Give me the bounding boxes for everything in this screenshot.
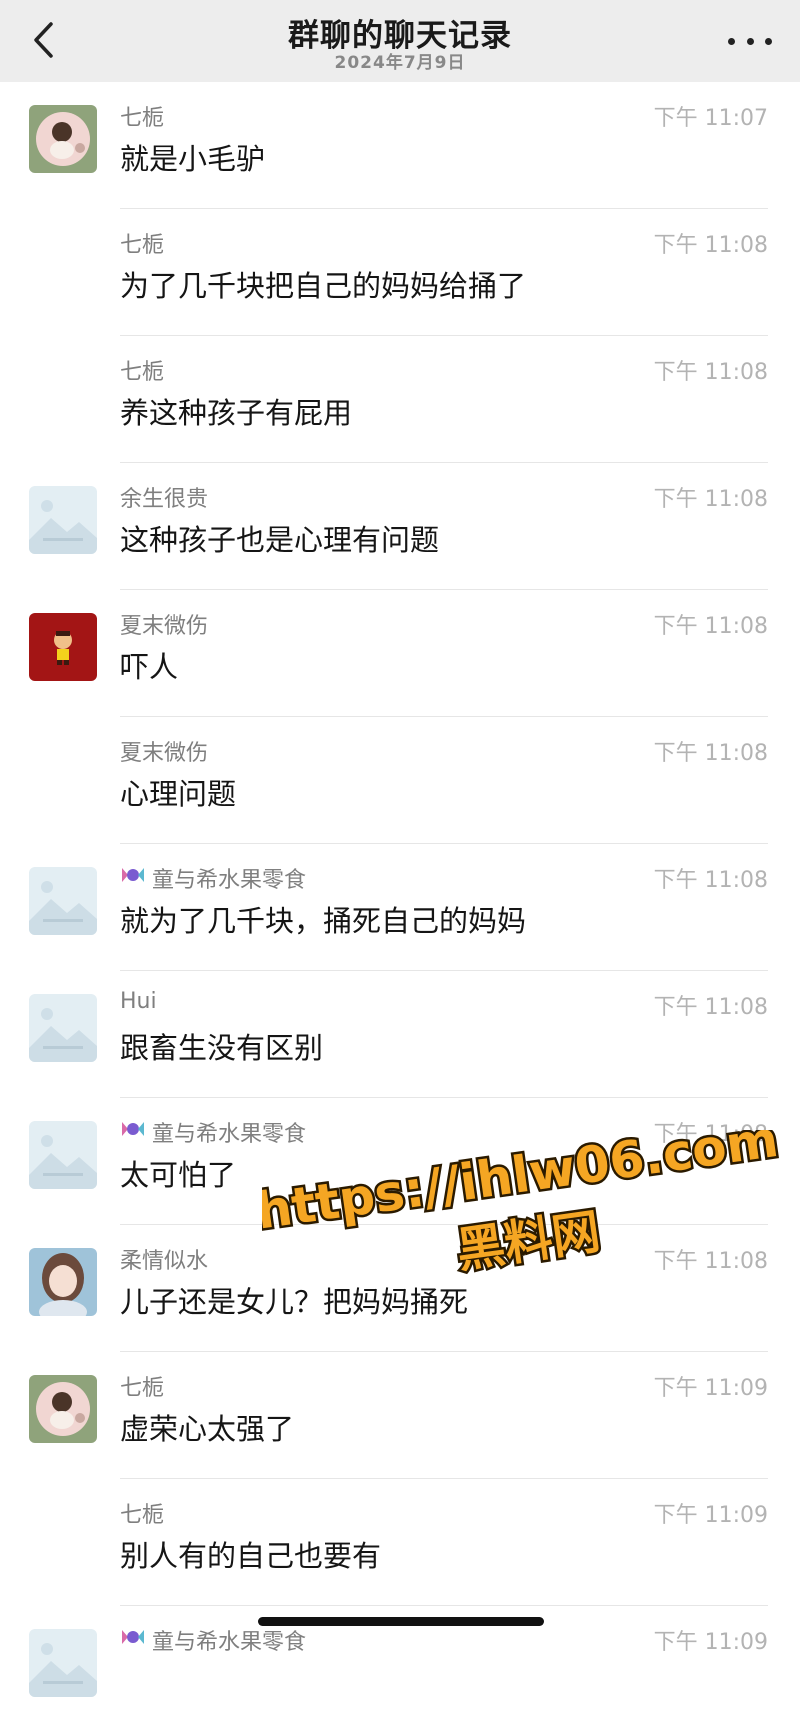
message-item[interactable]: 七栀 下午 11:08 为了几千块把自己的妈妈给捅了: [0, 209, 800, 336]
message-time: 下午 11:08: [653, 233, 768, 258]
sender-name: 童与希水果零食: [120, 862, 306, 894]
message-text: 别人有的自己也要有: [120, 1539, 382, 1573]
message-text: 跟畜生没有区别: [120, 1031, 324, 1065]
sender-name: Hui: [120, 989, 157, 1014]
avatar[interactable]: [29, 105, 97, 173]
home-indicator: [258, 1617, 544, 1626]
sender-name: 七栀: [120, 233, 165, 258]
message-text: 这种孩子也是心理有问题: [120, 523, 440, 557]
sender-name: 七栀: [120, 1376, 165, 1401]
message-list[interactable]: 七栀 下午 11:07 就是小毛驴 七栀 下午 11:08 为了几千块把自己的妈妈给捅了七…: [0, 82, 800, 1733]
message-text: 儿子还是女儿？把妈妈捅死: [120, 1285, 469, 1319]
avatar[interactable]: [29, 1121, 97, 1189]
message-item[interactable]: 七栀 下午 11:09 虚荣心太强了: [0, 1352, 800, 1479]
message-text: 心理问题: [120, 777, 237, 811]
message-time: 下午 11:08: [653, 1122, 768, 1147]
message-time: 下午 11:09: [653, 1503, 768, 1528]
avatar[interactable]: [29, 613, 97, 681]
message-item[interactable]: 七栀 下午 11:07 就是小毛驴: [0, 82, 800, 209]
avatar[interactable]: [29, 1375, 97, 1443]
message-text: 就为了几千块，捅死自己的妈妈: [120, 904, 527, 938]
more-button[interactable]: [728, 26, 772, 56]
message-time: 下午 11:08: [653, 487, 768, 512]
sender-name: 七栀: [120, 1503, 165, 1528]
chat-date: 2024年7月9日: [334, 53, 466, 73]
sender-name: 夏末微伤: [120, 614, 209, 639]
message-item[interactable]: 夏末微伤 下午 11:08 心理问题: [0, 717, 800, 844]
candy-icon: [120, 1118, 152, 1146]
avatar[interactable]: [29, 1248, 97, 1316]
avatar[interactable]: [29, 867, 97, 935]
message-item[interactable]: 童与希水果零食 下午 11:08 就为了几千块，捅死自己的妈妈: [0, 844, 800, 971]
candy-icon: [120, 1626, 152, 1654]
message-text: 太可怕了: [120, 1158, 237, 1192]
message-time: 下午 11:08: [653, 614, 768, 639]
message-item[interactable]: 七栀 下午 11:08 养这种孩子有屁用: [0, 336, 800, 463]
sender-name: 七栀: [120, 360, 165, 385]
sender-name: 七栀: [120, 106, 165, 131]
message-item[interactable]: 柔情似水 下午 11:08 儿子还是女儿？把妈妈捅死: [0, 1225, 800, 1352]
message-item[interactable]: Hui 下午 11:08 跟畜生没有区别: [0, 971, 800, 1098]
message-time: 下午 11:07: [653, 106, 768, 131]
message-time: 下午 11:08: [653, 1249, 768, 1274]
message-text: 吓人: [120, 650, 179, 684]
message-text: 就是小毛驴: [120, 142, 266, 176]
message-time: 下午 11:08: [653, 360, 768, 385]
candy-icon: [120, 864, 152, 892]
message-time: 下午 11:08: [653, 741, 768, 766]
sender-name: 童与希水果零食: [120, 1624, 306, 1656]
message-time: 下午 11:08: [653, 995, 768, 1020]
avatar[interactable]: [29, 1629, 97, 1697]
message-time: 下午 11:08: [653, 868, 768, 893]
message-item[interactable]: 夏末微伤 下午 11:08 吓人: [0, 590, 800, 717]
message-text: 养这种孩子有屁用: [120, 396, 353, 430]
message-text: 虚荣心太强了: [120, 1412, 295, 1446]
message-time: 下午 11:09: [653, 1630, 768, 1655]
sender-name: 柔情似水: [120, 1249, 209, 1274]
message-text: 为了几千块把自己的妈妈给捅了: [120, 269, 527, 303]
more-dots-icon: [728, 37, 735, 45]
navigation-bar: 群聊的聊天记录 2024年7月9日: [0, 0, 800, 82]
avatar[interactable]: [29, 486, 97, 554]
sender-name: 童与希水果零食: [120, 1116, 306, 1148]
message-item[interactable]: 余生很贵 下午 11:08 这种孩子也是心理有问题: [0, 463, 800, 590]
sender-name: 夏末微伤: [120, 741, 209, 766]
message-item[interactable]: 童与希水果零食 下午 11:08 太可怕了: [0, 1098, 800, 1225]
sender-name: 余生很贵: [120, 487, 209, 512]
message-item[interactable]: 七栀 下午 11:09 别人有的自己也要有: [0, 1479, 800, 1606]
avatar[interactable]: [29, 994, 97, 1062]
message-time: 下午 11:09: [653, 1376, 768, 1401]
